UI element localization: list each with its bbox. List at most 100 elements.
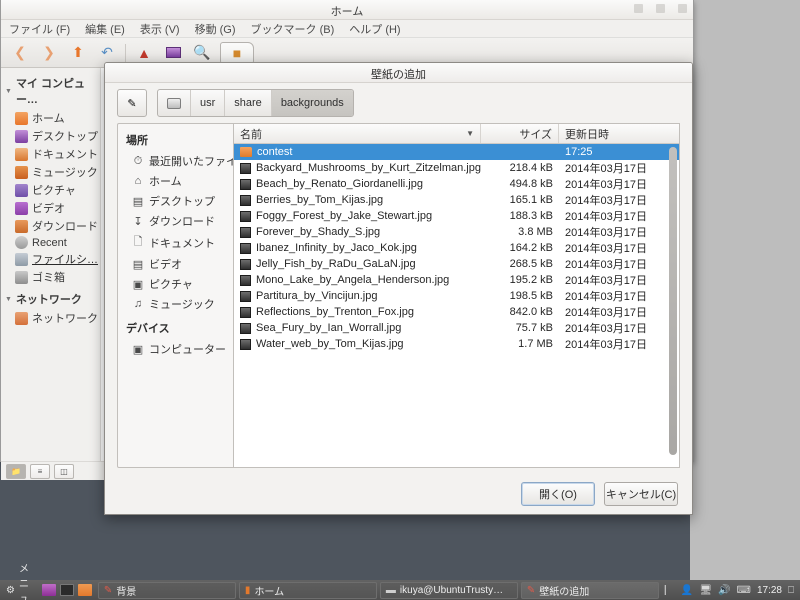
task-list[interactable]: ✎ 背景 ▮ ホーム ▬ ikuya@UbuntuTrusty… ✎ 壁紙の追加 [97, 581, 659, 599]
desktop-icon[interactable] [162, 42, 184, 64]
open-button[interactable]: 開く(O) [521, 482, 595, 506]
places-sidebar[interactable]: 場所 ⏱ 最近開いたファイ… ⌂ ホーム ▤ デスクトップ ↧ ダウンロード 🗋… [117, 123, 234, 468]
menu-button[interactable]: ⚙ メニュー [0, 560, 42, 600]
menu-go[interactable]: 移動 (G) [195, 21, 236, 37]
file-list-header[interactable]: 名前 ▼ サイズ 更新日時 [234, 124, 679, 144]
sidebar-item-pictures[interactable]: ピクチャ [1, 181, 100, 199]
window-titlebar[interactable]: ホーム [1, 0, 693, 20]
file-manager-sidebar[interactable]: ▼ マイ コンピュー… ホーム デスクトップ ドキュメント ミュージック ピクチ… [1, 68, 101, 461]
table-row[interactable]: Mono_Lake_by_Angela_Henderson.jpg 195.2 k… [234, 272, 679, 288]
chevron-down-icon[interactable]: ▼ [466, 129, 474, 138]
dialog-pathbar[interactable]: ✎ usr share backgrounds [105, 83, 692, 123]
sidebar-item-filesystem[interactable]: ファイルシ… [1, 250, 100, 268]
sidebar-item-home[interactable]: ホーム [1, 109, 100, 127]
sidebar-item-videos[interactable]: ビデオ [1, 199, 100, 217]
window-controls[interactable] [634, 4, 687, 13]
task-button-add-wallpaper[interactable]: ✎ 壁紙の追加 [520, 581, 659, 599]
scrollbar-thumb[interactable] [669, 147, 677, 456]
table-row[interactable]: contest 17:25 [234, 144, 679, 160]
table-row[interactable]: Beach_by_Renato_Giordanelli.jpg 494.8 kB 2… [234, 176, 679, 192]
task-button-haikei[interactable]: ✎ 背景 [97, 581, 236, 599]
reload-icon[interactable]: ↶ [96, 42, 118, 64]
chevron-down-icon[interactable]: ▼ [5, 296, 12, 303]
file-list-pane[interactable]: 名前 ▼ サイズ 更新日時 contest 17:25 Backyard_Mushr… [234, 123, 680, 468]
cancel-button[interactable]: キャンセル(C) [604, 482, 678, 506]
taskbar[interactable]: ⚙ メニュー ✎ 背景 ▮ ホーム ▬ ikuya@UbuntuTrusty… … [0, 564, 800, 600]
pane-toggle-button[interactable]: ◫ [54, 463, 74, 479]
show-desktop-icon[interactable]: ⎕ [788, 585, 794, 596]
table-row[interactable]: Jelly_Fish_by_RaDu_GaLaN.jpg 268.5 kB 2014… [234, 256, 679, 272]
menu-file[interactable]: ファイル (F) [9, 21, 70, 37]
place-item-pictures[interactable]: ▣ ピクチャ [118, 274, 233, 294]
column-header-name[interactable]: 名前 ▼ [234, 124, 481, 143]
console-launcher[interactable] [59, 584, 74, 596]
sidebar-item-network[interactable]: ネットワーク [1, 309, 100, 327]
breadcrumb-backgrounds[interactable]: backgrounds [271, 90, 353, 116]
column-header-size[interactable]: サイズ [481, 124, 559, 143]
terminal-launcher[interactable] [41, 584, 56, 596]
device-item-computer[interactable]: ▣ コンピューター [118, 339, 233, 359]
breadcrumb-usr[interactable]: usr [191, 90, 226, 116]
clock[interactable]: 17:28 [757, 585, 782, 596]
sidebar-item-music[interactable]: ミュージック [1, 163, 100, 181]
minimize-all-icon[interactable]: ⎸ [665, 585, 675, 596]
table-row[interactable]: Partitura_by_Vincijun.jpg 198.5 kB 2014年03… [234, 288, 679, 304]
place-item-documents[interactable]: 🗋 ドキュメント [118, 231, 233, 254]
system-tray[interactable]: ⎸ 👤 🖥 🔊 ⌨ 17:28 ⎕ [659, 585, 800, 596]
task-button-terminal[interactable]: ▬ ikuya@UbuntuTrusty… [379, 581, 518, 599]
minimize-button[interactable] [634, 4, 643, 13]
sidebar-item-recent[interactable]: Recent [1, 235, 100, 250]
folder-view-button[interactable]: 📁 [6, 463, 26, 479]
sidebar-item-trash[interactable]: ゴミ箱 [1, 268, 100, 286]
table-row[interactable]: Backyard_Mushrooms_by_Kurt_Zitzelman.jpg… [234, 160, 679, 176]
place-item-desktop[interactable]: ▤ デスクトップ [118, 191, 233, 211]
table-row[interactable]: Water_web_by_Tom_Kijas.jpg 1.7 MB 2014年03月… [234, 336, 679, 352]
file-list[interactable]: contest 17:25 Backyard_Mushrooms_by_Kurt_Z… [234, 144, 679, 467]
display-icon[interactable]: 🖥 [699, 585, 712, 596]
file-list-scrollbar[interactable] [667, 145, 678, 466]
sidebar-item-documents[interactable]: ドキュメント [1, 145, 100, 163]
sidebar-group-network[interactable]: ▼ ネットワーク [1, 289, 100, 309]
up-icon[interactable]: ⬆ [67, 42, 89, 64]
add-wallpaper-dialog[interactable]: 壁紙の追加 ✎ usr share backgrounds 場所 ⏱ 最近開いた… [104, 62, 693, 515]
zoom-icon[interactable]: 🔍 [191, 42, 213, 64]
list-view-button[interactable]: ≡ [30, 463, 50, 479]
place-item-downloads[interactable]: ↧ ダウンロード [118, 211, 233, 231]
volume-icon[interactable]: 🔊 [718, 585, 730, 596]
table-row[interactable]: Berries_by_Tom_Kijas.jpg 165.1 kB 2014年03月… [234, 192, 679, 208]
place-item-home[interactable]: ⌂ ホーム [118, 171, 233, 191]
place-item-recent[interactable]: ⏱ 最近開いたファイ… [118, 151, 233, 171]
back-icon[interactable]: ❮ [9, 42, 31, 64]
keyboard-icon[interactable]: ⌨ [737, 585, 751, 596]
breadcrumb[interactable]: usr share backgrounds [157, 89, 354, 117]
place-item-videos[interactable]: ▤ ビデオ [118, 254, 233, 274]
table-row[interactable]: Forever_by_Shady_S.jpg 3.8 MB 2014年03月17日 [234, 224, 679, 240]
breadcrumb-root[interactable] [158, 90, 191, 116]
sidebar-item-downloads[interactable]: ダウンロード [1, 217, 100, 235]
menu-edit[interactable]: 編集 (E) [85, 21, 125, 37]
menu-view[interactable]: 表示 (V) [140, 21, 180, 37]
task-button-home[interactable]: ▮ ホーム [238, 581, 377, 599]
file-manager-launcher[interactable] [77, 584, 92, 596]
pencil-icon[interactable]: ✎ [117, 89, 147, 117]
breadcrumb-share[interactable]: share [225, 90, 272, 116]
column-header-date[interactable]: 更新日時 [559, 124, 679, 143]
close-button[interactable] [678, 4, 687, 13]
table-row[interactable]: Ibanez_Infinity_by_Jaco_Kok.jpg 164.2 kB 2… [234, 240, 679, 256]
sidebar-item-desktop[interactable]: デスクトップ [1, 127, 100, 145]
folder-open-icon[interactable]: ■ [220, 41, 254, 64]
maximize-button[interactable] [656, 4, 665, 13]
forward-icon[interactable]: ❯ [38, 42, 60, 64]
table-row[interactable]: Sea_Fury_by_Ian_Worrall.jpg 75.7 kB 2014年0… [234, 320, 679, 336]
menu-help[interactable]: ヘルプ (H) [349, 21, 400, 37]
place-item-music[interactable]: ♫ ミュージック [118, 294, 233, 314]
table-row[interactable]: Foggy_Forest_by_Jake_Stewart.jpg 188.3 kB… [234, 208, 679, 224]
launcher-area[interactable] [41, 584, 98, 596]
chevron-down-icon[interactable]: ▼ [5, 88, 12, 95]
sidebar-group-mycomputer[interactable]: ▼ マイ コンピュー… [1, 73, 100, 109]
home-icon[interactable]: ▲ [133, 42, 155, 64]
user-icon[interactable]: 👤 [681, 585, 693, 596]
menubar[interactable]: ファイル (F) 編集 (E) 表示 (V) 移動 (G) ブックマーク (B)… [1, 20, 693, 38]
table-row[interactable]: Reflections_by_Trenton_Fox.jpg 842.0 kB 20… [234, 304, 679, 320]
menu-bookmarks[interactable]: ブックマーク (B) [251, 21, 335, 37]
